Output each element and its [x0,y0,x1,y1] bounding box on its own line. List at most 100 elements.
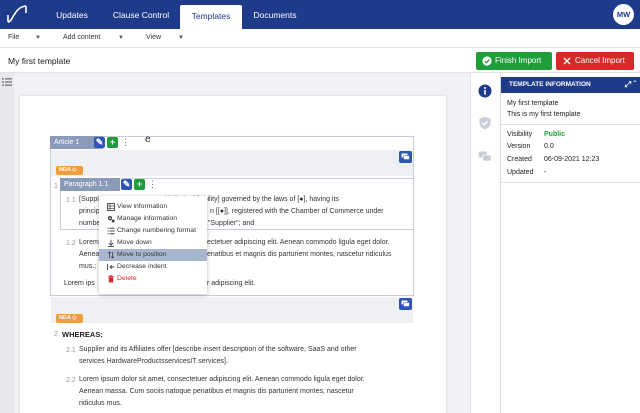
file-caret-icon[interactable]: ▼ [35,35,41,41]
outline-strip [0,73,14,413]
paragraph-1-1-text[interactable]: princip [79,206,100,219]
menu-item-change-numbering-format[interactable]: Change numbering format [99,225,207,237]
paragraph-1-1-text[interactable]: n [[●]], registered with the Chamber of … [210,206,383,219]
panel-header-controls: ⤢ ˆ [625,77,636,93]
nda-tag-label: NDA [59,315,71,321]
tab-clause-control[interactable]: Clause Control [104,0,178,29]
panel-divider [501,182,640,183]
outdent-icon [107,264,115,270]
finish-import-button[interactable]: Finish Import [476,52,552,70]
view-caret-icon[interactable]: ▼ [178,35,184,41]
paragraph-2-2-text[interactable]: ridiculus mus. [79,398,122,411]
paragraph-2-2-text[interactable]: Aenean massa. Cum sociis natoque penatib… [79,386,354,399]
pencil-icon: ✎ [122,179,131,189]
comments-icon[interactable] [478,150,492,164]
menu-item-delete[interactable]: Delete [99,273,207,285]
expand-icon[interactable]: ⤢ [625,80,631,89]
menu-item-move-down[interactable]: Move down [99,237,207,249]
menu-item-label: Delete [117,275,137,282]
template-description: This is my first template [507,111,581,118]
menu-item-label: View information [117,203,168,210]
whereas-heading[interactable]: WHEREAS: [62,330,103,339]
cancel-import-button[interactable]: Cancel Import [556,52,634,70]
table-icon [107,203,115,211]
paragraph-number-1-2: 1.2 [66,240,76,247]
add-content-caret-icon[interactable]: ▼ [118,35,124,41]
paragraph-1-2-text[interactable]: enatibus et magnis dis parturient montes… [207,249,391,262]
paragraph-edit-button[interactable]: ✎ [121,179,132,190]
check-circle-icon [482,56,492,66]
paragraph-1-2-text[interactable]: mus.; [79,261,96,274]
menu-item-label: Move to position [117,251,167,258]
comment-button[interactable] [399,151,412,163]
article-label: Article 1 [54,139,80,146]
menu-view[interactable]: View [146,34,161,41]
sort-icon [107,251,115,259]
outline-list-icon[interactable] [1,77,13,87]
arrow-down-icon [108,239,114,247]
menu-item-view-information[interactable]: View information [99,201,207,213]
paragraph-2-2-text[interactable]: Lorem ipsum dolor sit amet, consectetuer… [79,374,365,387]
paragraph-1-1-text[interactable]: "Supplier"; and [208,218,254,231]
version-label: Version [507,143,531,150]
template-name: My first template [507,100,559,107]
created-label: Created [507,156,532,163]
nda-tag-label: NDA [59,167,71,173]
paragraph-2-1-text[interactable]: services HardwareProductsservicesIT serv… [79,356,228,369]
article-add-button[interactable]: + [107,137,118,148]
menu-item-label: Move down [117,239,152,246]
list-icon [107,227,115,235]
page-title: My first template [8,56,71,66]
whereas-tag-band [51,297,413,323]
app-logo[interactable] [5,3,29,25]
paragraph-more-icon[interactable]: ⋮ [148,179,157,190]
plus-icon: + [136,179,143,189]
menu-bar: File ▼ Add content ▼ View ▼ [0,29,640,48]
lorem-paragraph[interactable]: r adipiscing elit. [207,278,255,291]
paragraph-1-2-text[interactable]: Lorem [79,237,99,250]
shield-check-icon[interactable] [478,116,492,130]
paragraph-add-button[interactable]: + [134,179,145,190]
article-title[interactable]: e [145,134,151,145]
close-icon [563,57,571,65]
article-edit-button[interactable]: ✎ [94,137,105,148]
menu-add-content[interactable]: Add content [63,34,100,41]
nda-tag[interactable]: NDA ◇ [56,166,83,175]
updated-label: Updated [507,169,534,176]
plus-icon: + [109,137,116,147]
trash-icon [108,275,114,283]
paragraph-1-2-text[interactable]: Aenea [79,249,99,262]
tab-templates[interactable]: Templates [180,5,242,29]
tab-updates[interactable]: Updates [42,0,102,29]
paragraph-1-2-text[interactable]: ectetuer adipiscing elit. Aenean commodo… [207,237,390,250]
menu-item-label: Decrease indent [117,263,167,270]
tab-documents[interactable]: Documents [244,0,306,29]
comment-button[interactable] [399,298,412,310]
article-more-icon[interactable]: ⋮ [121,137,130,148]
panel-title: TEMPLATE INFORMATION [509,81,591,88]
info-icon[interactable] [478,84,492,98]
menu-file[interactable]: File [8,34,19,41]
comments-icon [401,300,410,307]
clause-number: 1 [54,183,58,190]
chevron-up-icon[interactable]: ˆ [633,80,636,89]
updated-value: - [544,169,547,176]
panel-divider [501,124,640,125]
panel-header: TEMPLATE INFORMATION ⤢ ˆ [501,77,640,93]
paragraph-1-1-text[interactable]: [Suppl [79,194,99,207]
user-avatar[interactable]: MW [613,4,634,25]
visibility-value: Public [544,131,566,138]
paragraph-1-1-text[interactable]: numbe [79,218,100,231]
menu-item-manage-information[interactable]: Manage information [99,213,207,225]
menu-item-decrease-indent[interactable]: Decrease indent [99,261,207,273]
menu-item-move-to-position[interactable]: Move to position [99,249,207,261]
comments-icon [401,153,410,160]
paragraph-label: Paragraph 1.1 [64,181,109,188]
menu-item-label: Change numbering format [117,227,196,234]
lorem-paragraph[interactable]: Lorem ips [64,278,95,291]
paragraph-number-2-2: 2.2 [66,377,76,384]
finish-import-label: Finish Import [495,56,542,65]
nda-tag[interactable]: NDA ◇ [56,314,83,323]
cancel-import-label: Cancel Import [575,56,625,65]
paragraph-2-1-text[interactable]: Supplier and its Affiliates offer [descr… [79,344,357,357]
